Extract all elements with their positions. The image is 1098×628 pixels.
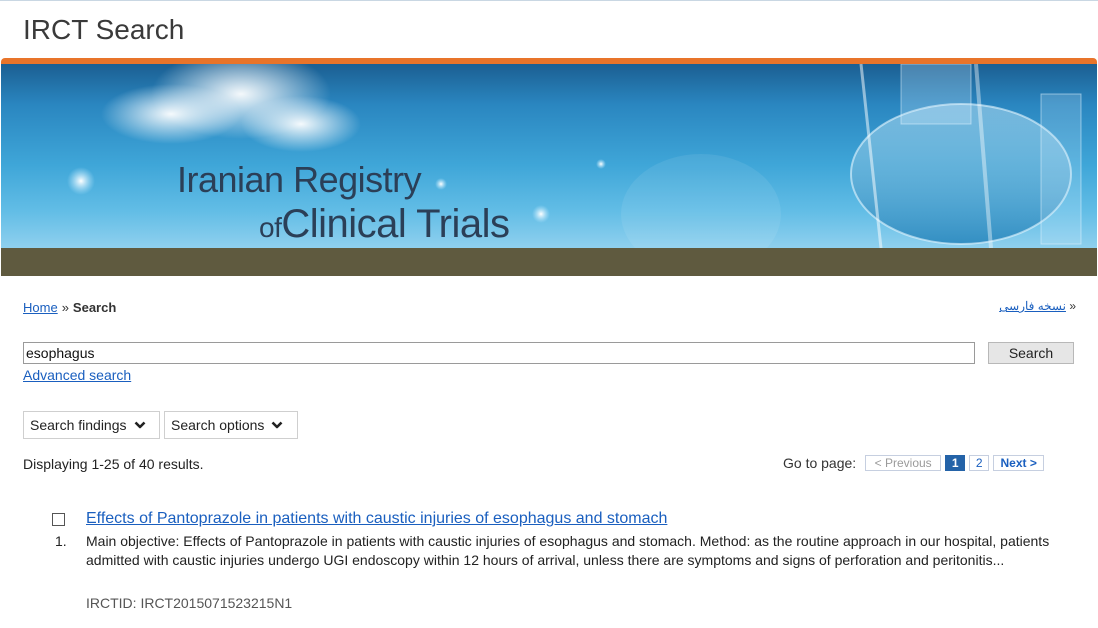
banner-title-line2: ofClinical Trials — [259, 202, 510, 247]
result-number: 1. — [55, 533, 67, 549]
breadcrumb-home-link[interactable]: Home — [23, 300, 58, 315]
banner-graphic — [67, 64, 1082, 248]
page-2-button[interactable]: 2 — [969, 455, 990, 471]
persian-version-link[interactable]: نسخه فارسی — [999, 299, 1066, 313]
search-options-dropdown[interactable]: Search options — [164, 411, 298, 439]
banner-image: Iranian Registry ofClinical Trials — [1, 64, 1097, 248]
language-marker: » — [1069, 299, 1076, 313]
banner-title-clinical-trials: Clinical Trials — [281, 202, 510, 246]
current-page-indicator: 1 — [945, 455, 966, 471]
pagination-label: Go to page: — [783, 455, 857, 471]
advanced-search-link[interactable]: Advanced search — [23, 367, 131, 383]
breadcrumb: Home» Search — [23, 300, 116, 315]
search-findings-label: Search findings — [30, 417, 127, 433]
results-summary: Displaying 1-25 of 40 results. — [23, 456, 204, 472]
header-banner: Iranian Registry ofClinical Trials — [1, 58, 1097, 276]
chevron-down-icon — [271, 421, 283, 429]
breadcrumb-separator: » — [61, 300, 69, 315]
search-findings-dropdown[interactable]: Search findings — [23, 411, 160, 439]
chevron-down-icon — [134, 421, 145, 429]
result-title-link[interactable]: Effects of Pantoprazole in patients with… — [86, 510, 667, 528]
pagination: Go to page: < Previous 1 2 Next > — [783, 455, 1045, 471]
banner-title-line1: Iranian Registry — [177, 159, 422, 200]
page-title: IRCT Search — [23, 14, 185, 45]
result-summary: Main objective: Effects of Pantoprazole … — [86, 533, 1050, 568]
breadcrumb-current: Search — [72, 300, 117, 315]
next-page-button[interactable]: Next > — [993, 455, 1045, 471]
banner-title-of: of — [259, 212, 282, 243]
search-options-label: Search options — [171, 417, 265, 433]
search-button[interactable]: Search — [988, 342, 1074, 364]
top-border — [0, 0, 1098, 1]
result-select-checkbox[interactable] — [52, 513, 65, 526]
result-irct-id: IRCTID: IRCT2015071523215N1 — [86, 595, 293, 611]
previous-page-button[interactable]: < Previous — [865, 455, 942, 471]
language-switch: نسخه فارسی » — [999, 299, 1076, 313]
search-input[interactable] — [23, 342, 975, 364]
banner-bottom-bar — [1, 248, 1097, 276]
